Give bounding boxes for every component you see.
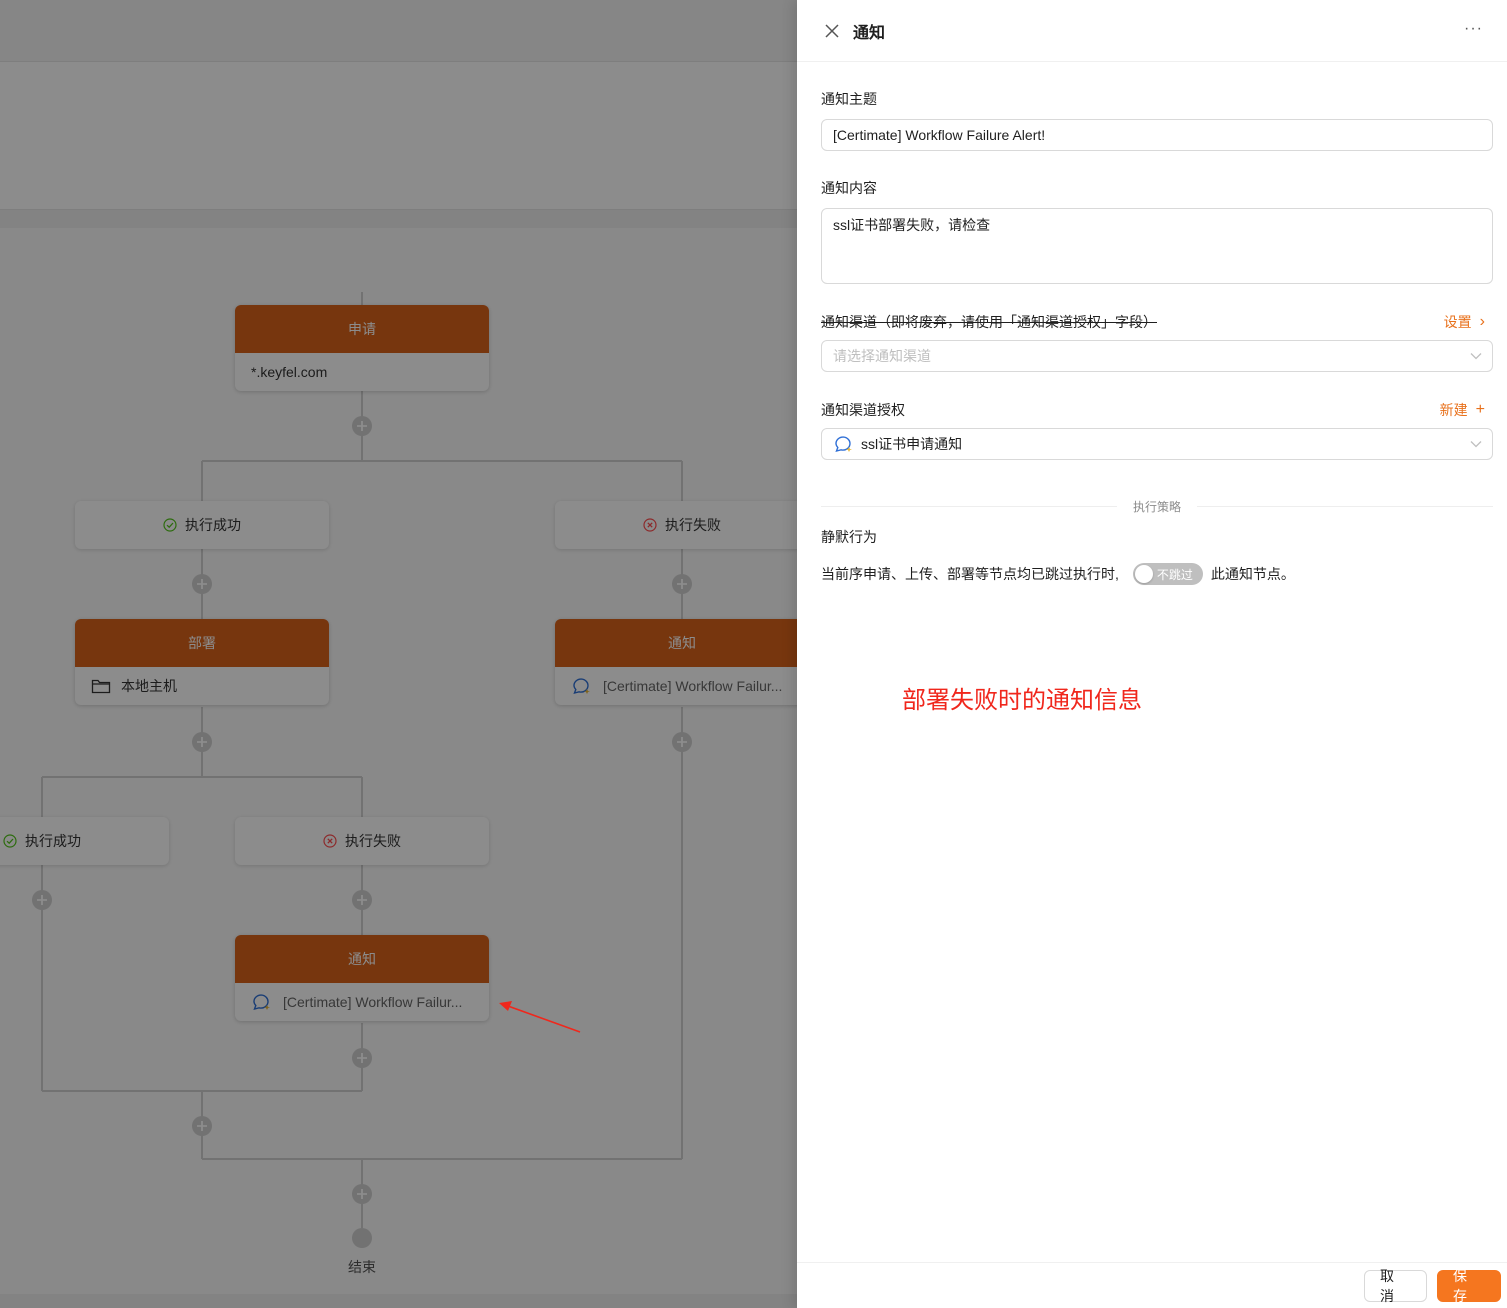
silent-behavior-line: 当前序申请、上传、部署等节点均已跳过执行时, 不跳过 此通知节点。 [821, 563, 1493, 585]
strategy-divider: 执行策略 [821, 498, 1493, 515]
chevron-down-icon [1470, 441, 1482, 448]
plus-icon: + [1475, 401, 1485, 418]
channel-auth-value: ssl证书申请通知 [861, 436, 963, 452]
more-icon[interactable]: ··· [1464, 20, 1483, 38]
drawer-body: 通知主题 [Certimate] Workflow Failure Alert!… [797, 89, 1507, 585]
chevron-down-icon [1470, 353, 1482, 360]
notify-config-drawer: 通知 ··· 通知主题 [Certimate] Workflow Failure… [797, 0, 1507, 1308]
channel-auth-label: 通知渠道授权 [821, 402, 905, 418]
channel-label-row: 通知渠道（即将废弃，请使用「通知渠道授权」字段） 设置 › [821, 312, 1493, 332]
content-label-row: 通知内容 [821, 178, 1493, 198]
close-icon[interactable] [821, 20, 843, 42]
drawer-footer: 取 消 保 存 [797, 1262, 1507, 1308]
workflow-canvas: 申请 *.keyfel.com 执行成功 执行失败 部署 本地主机 通知 [Ce… [0, 0, 797, 1308]
channel-auth-new-label: 新建 [1439, 402, 1468, 418]
channel-label: 通知渠道（即将废弃，请使用「通知渠道授权」字段） [821, 314, 1157, 330]
skip-toggle[interactable]: 不跳过 [1132, 563, 1203, 585]
skip-toggle-text: 不跳过 [1156, 568, 1193, 582]
save-button[interactable]: 保 存 [1437, 1268, 1501, 1304]
drawer-header: 通知 ··· [797, 0, 1507, 62]
channel-auth-label-row: 通知渠道授权 新建 + [821, 400, 1493, 420]
drawer-title: 通知 [853, 24, 886, 42]
channel-placeholder: 请选择通知渠道 [833, 348, 931, 364]
channel-auth-select[interactable]: ssl证书申请通知 [821, 428, 1493, 460]
message-icon [835, 436, 852, 453]
strategy-divider-label: 执行策略 [1133, 500, 1182, 514]
subject-label-row: 通知主题 [821, 89, 1493, 109]
silent-label-row: 静默行为 [821, 527, 1493, 547]
channel-select[interactable]: 请选择通知渠道 [821, 340, 1493, 372]
chevron-right-icon: › [1479, 313, 1485, 330]
subject-label: 通知主题 [821, 91, 877, 107]
content-textarea[interactable]: ssl证书部署失败，请检查 [821, 208, 1493, 284]
silent-after-text: 此通知节点。 [1210, 566, 1295, 582]
annotation-text: 部署失败时的通知信息 [902, 687, 1142, 714]
silent-label: 静默行为 [821, 529, 877, 545]
subject-input[interactable]: [Certimate] Workflow Failure Alert! [821, 119, 1493, 151]
channel-settings-label: 设置 [1443, 314, 1472, 330]
channel-settings-link[interactable]: 设置 › [1444, 312, 1485, 332]
channel-auth-new-link[interactable]: 新建 + [1440, 400, 1485, 420]
content-value: ssl证书部署失败，请检查 [833, 217, 991, 233]
annotation-arrow [499, 1001, 581, 1033]
subject-value: [Certimate] Workflow Failure Alert! [833, 127, 1046, 143]
toggle-knob [1134, 565, 1153, 583]
content-label: 通知内容 [821, 180, 877, 196]
cancel-button[interactable]: 取 消 [1364, 1268, 1427, 1304]
silent-before-text: 当前序申请、上传、部署等节点均已跳过执行时, [821, 566, 1119, 582]
